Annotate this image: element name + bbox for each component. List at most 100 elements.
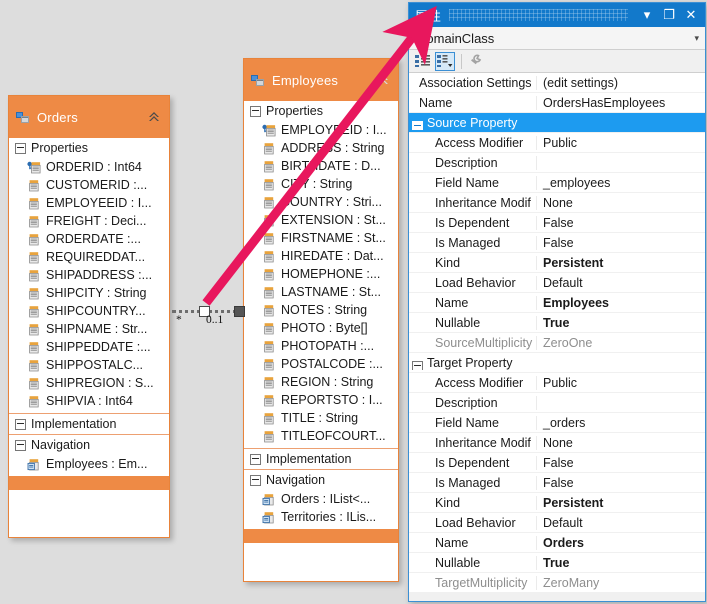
expander-minus-icon[interactable]: [412, 120, 423, 130]
object-selector-combobox[interactable]: DomainClass ▾: [409, 27, 705, 50]
compartment-header[interactable]: Properties: [9, 138, 169, 158]
property-row[interactable]: Is Dependent False: [409, 213, 705, 233]
chevron-down-icon[interactable]: ▾: [694, 33, 699, 44]
property-row[interactable]: Association Settings (edit settings): [409, 73, 705, 93]
class-member-row[interactable]: HIREDATE : Dat...: [244, 247, 398, 265]
class-member-row[interactable]: SHIPPOSTALC...: [9, 356, 169, 374]
property-row[interactable]: Access Modifier Public: [409, 133, 705, 153]
orders-class-shape[interactable]: Orders Properties ORDERID : Int64 CUSTOMER…: [8, 95, 170, 538]
property-row[interactable]: Is Managed False: [409, 473, 705, 493]
property-row[interactable]: Description: [409, 393, 705, 413]
property-value[interactable]: Orders: [537, 536, 705, 550]
chevron-double-up-icon[interactable]: [375, 72, 391, 88]
property-row[interactable]: Nullable True: [409, 553, 705, 573]
class-member-row[interactable]: PHOTO : Byte[]: [244, 319, 398, 337]
property-row[interactable]: Description: [409, 153, 705, 173]
class-member-row[interactable]: SHIPREGION : S...: [9, 374, 169, 392]
class-member-row[interactable]: Territories : ILis...: [244, 508, 398, 526]
property-value[interactable]: Default: [537, 516, 705, 530]
class-member-row[interactable]: CUSTOMERID :...: [9, 176, 169, 194]
properties-window-titlebar[interactable]: 屬性 ▾ ❐ ✕: [409, 3, 705, 27]
property-value[interactable]: (edit settings): [537, 76, 705, 90]
class-member-row[interactable]: EMPLOYEEID : I...: [9, 194, 169, 212]
window-maximize-button[interactable]: ❐: [658, 5, 680, 25]
property-category-row[interactable]: Target Property: [409, 353, 705, 373]
property-value[interactable]: True: [537, 556, 705, 570]
compartment-header[interactable]: Navigation: [9, 435, 169, 455]
compartment-header[interactable]: Implementation: [9, 414, 169, 434]
window-dropdown-button[interactable]: ▾: [636, 5, 658, 25]
expander-minus-icon[interactable]: [15, 142, 26, 154]
alphabetical-sort-button[interactable]: [435, 51, 455, 71]
property-value[interactable]: Public: [537, 136, 705, 150]
employees-class-shape[interactable]: Employees Properties EMPLOYEEID : I... ADD…: [243, 58, 399, 582]
class-member-row[interactable]: HOMEPHONE :...: [244, 265, 398, 283]
expander-minus-icon[interactable]: [250, 474, 261, 486]
property-row[interactable]: Nullable True: [409, 313, 705, 333]
class-member-row[interactable]: FREIGHT : Deci...: [9, 212, 169, 230]
class-member-row[interactable]: Employees : Em...: [9, 455, 169, 473]
class-member-row[interactable]: ADDRESS : String: [244, 139, 398, 157]
class-member-row[interactable]: EMPLOYEEID : I...: [244, 121, 398, 139]
expander-minus-icon[interactable]: [250, 105, 261, 117]
property-value[interactable]: False: [537, 236, 705, 250]
class-member-row[interactable]: SHIPCOUNTRY...: [9, 302, 169, 320]
property-pages-button[interactable]: [466, 52, 486, 71]
expander-minus-icon[interactable]: [250, 453, 261, 465]
class-member-row[interactable]: ORDERID : Int64: [9, 158, 169, 176]
connector-endpoint-handle[interactable]: [234, 306, 245, 317]
property-value[interactable]: Persistent: [537, 256, 705, 270]
compartment-header[interactable]: Implementation: [244, 449, 398, 469]
employees-class-header[interactable]: Employees: [244, 59, 398, 101]
categorized-view-button[interactable]: [413, 52, 433, 71]
class-member-row[interactable]: NOTES : String: [244, 301, 398, 319]
class-member-row[interactable]: EXTENSION : St...: [244, 211, 398, 229]
property-row[interactable]: SourceMultiplicity ZeroOne: [409, 333, 705, 353]
property-row[interactable]: Access Modifier Public: [409, 373, 705, 393]
class-member-row[interactable]: FIRSTNAME : St...: [244, 229, 398, 247]
property-row[interactable]: Load Behavior Default: [409, 273, 705, 293]
orders-class-header[interactable]: Orders: [9, 96, 169, 138]
property-value[interactable]: None: [537, 196, 705, 210]
property-row[interactable]: Name Orders: [409, 533, 705, 553]
class-member-row[interactable]: COUNTRY : Stri...: [244, 193, 398, 211]
property-row[interactable]: Field Name _employees: [409, 173, 705, 193]
class-member-row[interactable]: BIRTHDATE : D...: [244, 157, 398, 175]
property-value[interactable]: OrdersHasEmployees: [537, 96, 705, 110]
class-member-row[interactable]: LASTNAME : St...: [244, 283, 398, 301]
class-member-row[interactable]: SHIPVIA : Int64: [9, 392, 169, 410]
property-value[interactable]: _employees: [537, 176, 705, 190]
property-value[interactable]: False: [537, 456, 705, 470]
property-row[interactable]: Inheritance Modif None: [409, 433, 705, 453]
class-member-row[interactable]: SHIPADDRESS :...: [9, 266, 169, 284]
property-row[interactable]: Load Behavior Default: [409, 513, 705, 533]
compartment-header[interactable]: Properties: [244, 101, 398, 121]
property-value[interactable]: ZeroOne: [537, 336, 705, 350]
property-row[interactable]: Kind Persistent: [409, 253, 705, 273]
property-value[interactable]: ZeroMany: [537, 576, 705, 590]
expander-minus-icon[interactable]: [412, 360, 423, 370]
property-value[interactable]: False: [537, 216, 705, 230]
property-value[interactable]: True: [537, 316, 705, 330]
class-member-row[interactable]: SHIPCITY : String: [9, 284, 169, 302]
property-value[interactable]: Persistent: [537, 496, 705, 510]
property-row[interactable]: Inheritance Modif None: [409, 193, 705, 213]
property-row[interactable]: Name OrdersHasEmployees: [409, 93, 705, 113]
compartment-header[interactable]: Navigation: [244, 470, 398, 490]
property-row[interactable]: Is Managed False: [409, 233, 705, 253]
property-value[interactable]: Public: [537, 376, 705, 390]
class-member-row[interactable]: CITY : String: [244, 175, 398, 193]
property-row[interactable]: TargetMultiplicity ZeroMany: [409, 573, 705, 593]
property-value[interactable]: Default: [537, 276, 705, 290]
class-member-row[interactable]: PHOTOPATH :...: [244, 337, 398, 355]
chevron-double-up-icon[interactable]: [146, 109, 162, 125]
property-value[interactable]: _orders: [537, 416, 705, 430]
class-member-row[interactable]: TITLEOFCOURT...: [244, 427, 398, 445]
properties-toolbar[interactable]: [409, 50, 705, 73]
class-member-row[interactable]: POSTALCODE :...: [244, 355, 398, 373]
expander-minus-icon[interactable]: [15, 439, 26, 451]
class-member-row[interactable]: SHIPNAME : Str...: [9, 320, 169, 338]
class-member-row[interactable]: SHIPPEDDATE :...: [9, 338, 169, 356]
properties-grid[interactable]: Association Settings (edit settings) Name O…: [409, 73, 705, 593]
property-row[interactable]: Is Dependent False: [409, 453, 705, 473]
